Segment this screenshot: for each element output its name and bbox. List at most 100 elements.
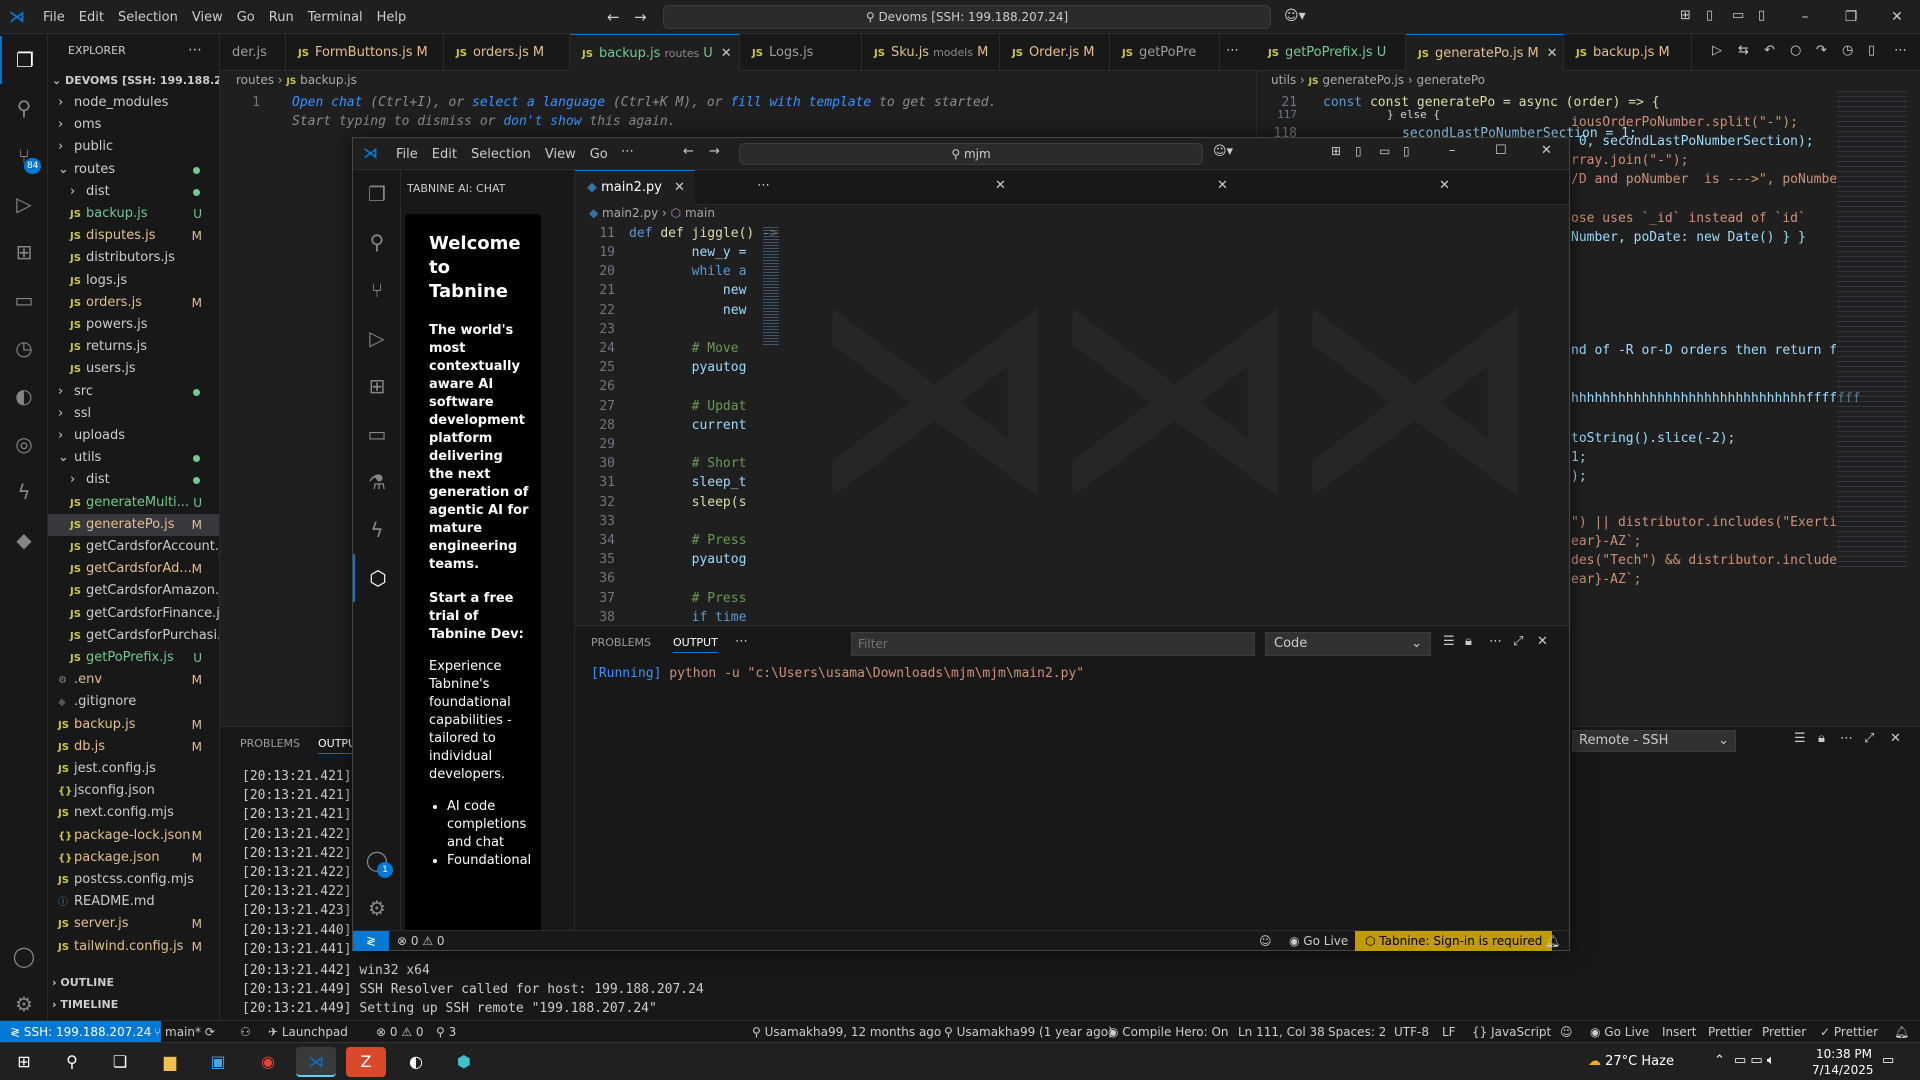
- menu-terminal[interactable]: Terminal: [301, 10, 370, 25]
- git-blame-line[interactable]: ⚲ Usamakha99, 12 months ago: [752, 1021, 941, 1043]
- run-debug-icon[interactable]: ▷: [0, 180, 48, 228]
- menu-edit[interactable]: Edit: [72, 10, 111, 25]
- editor-tab[interactable]: JS getPoPre: [1110, 34, 1220, 71]
- editor-tab[interactable]: JS Order.js M: [1000, 34, 1110, 71]
- tray-chevron-icon[interactable]: ⌃: [1714, 1053, 1725, 1068]
- store-icon[interactable]: ▣: [198, 1047, 238, 1077]
- menu-view[interactable]: View: [538, 147, 583, 162]
- editor-more-actions-icon[interactable]: ⋯: [757, 178, 770, 193]
- go-live-button[interactable]: ◉ Go Live: [1590, 1021, 1649, 1043]
- remote-indicator-icon[interactable]: ≷: [353, 931, 389, 951]
- command-center-search[interactable]: ⚲ Devoms [SSH: 199.188.207.24]: [663, 5, 1271, 29]
- editor-tab[interactable]: JS generatePo.js M ✕: [1406, 34, 1564, 71]
- menu-go[interactable]: Go: [230, 10, 262, 25]
- ports-indicator[interactable]: ⚲ 3: [436, 1021, 456, 1043]
- lightning-icon[interactable]: ϟ: [353, 506, 401, 554]
- run-icon[interactable]: ▷: [1712, 43, 1722, 58]
- tabnine-status[interactable]: ⬡ Tabnine: Sign-in is required: [1355, 931, 1553, 951]
- tree-item[interactable]: JS backup.js M: [48, 714, 219, 736]
- minimize-icon[interactable]: –: [1449, 143, 1456, 158]
- toggle-secondary-sidebar-icon[interactable]: ▯: [1758, 8, 1765, 23]
- timeline-section[interactable]: › TIMELINE: [52, 998, 118, 1011]
- problems-indicator[interactable]: ⊗ 0 ⚠ 0: [397, 931, 445, 951]
- tray-icons[interactable]: ▭ ▭ 🔈︎: [1734, 1053, 1775, 1068]
- tree-item[interactable]: ⌄ utils: [48, 447, 219, 469]
- run-debug-icon[interactable]: ▷: [353, 314, 401, 362]
- editor-tab[interactable]: JS orders.js M: [444, 34, 570, 71]
- output-filter-input[interactable]: [851, 632, 1255, 656]
- tree-item[interactable]: ◆ .gitignore: [48, 691, 219, 713]
- dot-icon[interactable]: ○: [1790, 43, 1801, 58]
- panel-more-icon[interactable]: ⋯: [735, 634, 748, 649]
- inner-minimap[interactable]: [763, 225, 779, 345]
- tree-item[interactable]: JS db.js M: [48, 736, 219, 758]
- toggle-panel-icon[interactable]: ▭: [1732, 8, 1744, 23]
- inner-command-search[interactable]: ⚲ mjm: [739, 143, 1203, 165]
- tabnine-icon[interactable]: ⬡: [353, 554, 401, 602]
- customize-layout-icon[interactable]: ⊞: [1331, 144, 1341, 158]
- notifications-icon[interactable]: 🔔︎: [1545, 931, 1560, 951]
- fill-template-link[interactable]: fill with template: [730, 95, 871, 110]
- lock-scroll-icon[interactable]: 🔒︎: [1818, 731, 1825, 746]
- back-arrow-icon[interactable]: ←: [683, 144, 694, 159]
- indentation[interactable]: Spaces: 2: [1328, 1021, 1386, 1043]
- menu-selection[interactable]: Selection: [111, 10, 185, 25]
- panel-tab-problems[interactable]: PROBLEMS: [240, 737, 300, 750]
- tree-item[interactable]: {} package.json M: [48, 847, 219, 869]
- git-graph-icon[interactable]: ⚇: [240, 1021, 251, 1043]
- clear-output-icon[interactable]: ☰: [1443, 634, 1455, 649]
- breadcrumb-file[interactable]: main2.py: [602, 206, 658, 220]
- tree-item[interactable]: JS getCardsforFinance.js: [48, 603, 219, 625]
- more-icon[interactable]: ⋯: [1489, 634, 1502, 649]
- compile-hero-status[interactable]: ◉ Compile Hero: On: [1108, 1021, 1229, 1043]
- minimize-icon[interactable]: –: [1782, 0, 1828, 34]
- more-menu-icon[interactable]: ⋯: [621, 144, 634, 159]
- tree-item[interactable]: › uploads: [48, 425, 219, 447]
- inner-code-editor[interactable]: ◆ main2.py › ⬡ main 11 def def jiggle() …: [575, 205, 795, 625]
- prettier-status[interactable]: ✓ Prettier: [1820, 1021, 1878, 1043]
- panel-tab-output[interactable]: OUTPU: [318, 737, 357, 754]
- tree-item[interactable]: ⓘ README.md: [48, 891, 219, 913]
- output-channel-select[interactable]: Code ⌄: [1265, 632, 1431, 656]
- account-icon[interactable]: ◯: [353, 836, 401, 884]
- clear-output-icon[interactable]: ☰: [1794, 731, 1806, 746]
- editor-tab[interactable]: der.js: [220, 34, 286, 71]
- vscode-taskbar-icon[interactable]: ⋊: [296, 1047, 336, 1077]
- encoding[interactable]: UTF-8: [1394, 1021, 1429, 1043]
- menu-file[interactable]: File: [36, 10, 72, 25]
- close-window-icon[interactable]: ✕: [1541, 143, 1552, 158]
- explorer-root-folder[interactable]: ⌄ DEVOMS [SSH: 199.188.20...: [52, 70, 219, 92]
- testing-icon[interactable]: ⚗: [353, 458, 401, 506]
- cursor-position[interactable]: Ln 111, Col 38: [1238, 1021, 1325, 1043]
- toggle-secondary-sidebar-icon[interactable]: ▯: [1403, 144, 1410, 158]
- tree-item[interactable]: ⌄ routes: [48, 159, 219, 181]
- forward-icon[interactable]: ↷: [1816, 43, 1827, 58]
- live-share-icon[interactable]: ◐: [0, 372, 48, 420]
- outline-section[interactable]: › OUTLINE: [52, 976, 114, 989]
- copilot-status-icon[interactable]: ☺: [1560, 1021, 1573, 1043]
- open-chat-link[interactable]: Open chat: [292, 95, 362, 110]
- search-icon[interactable]: ⚲: [52, 1047, 92, 1077]
- breadcrumb-symbol[interactable]: main: [685, 206, 715, 220]
- app-icon[interactable]: ⬢: [444, 1047, 484, 1077]
- tree-item[interactable]: › dist: [48, 469, 219, 491]
- tree-item[interactable]: › src: [48, 381, 219, 403]
- gitlens-icon[interactable]: ◎: [0, 420, 48, 468]
- tree-item[interactable]: {} package-lock.json M: [48, 825, 219, 847]
- file-explorer-icon[interactable]: ▆: [150, 1047, 190, 1077]
- timeline-icon[interactable]: ◷: [1842, 43, 1853, 58]
- close-tab-icon[interactable]: ✕: [674, 180, 685, 195]
- account-icon[interactable]: ◯: [0, 932, 48, 980]
- restore-icon[interactable]: ❐: [1828, 0, 1874, 34]
- breadcrumb-folder[interactable]: utils: [1271, 73, 1296, 87]
- back-icon[interactable]: ↶: [1764, 43, 1775, 58]
- prettier-status[interactable]: Prettier: [1708, 1021, 1752, 1043]
- tree-item[interactable]: JS users.js: [48, 358, 219, 380]
- remote-explorer-icon[interactable]: ▭: [0, 276, 48, 324]
- close-tab-icon[interactable]: ✕: [721, 46, 732, 61]
- search-icon[interactable]: ⚲: [0, 84, 48, 132]
- close-group-icon[interactable]: ✕: [1217, 178, 1228, 193]
- problems-indicator[interactable]: ⊗ 0 ⚠ 0: [376, 1021, 424, 1043]
- weather-widget[interactable]: ☁ 27°C Haze: [1588, 1054, 1674, 1069]
- breadcrumb-file[interactable]: backup.js: [300, 73, 357, 87]
